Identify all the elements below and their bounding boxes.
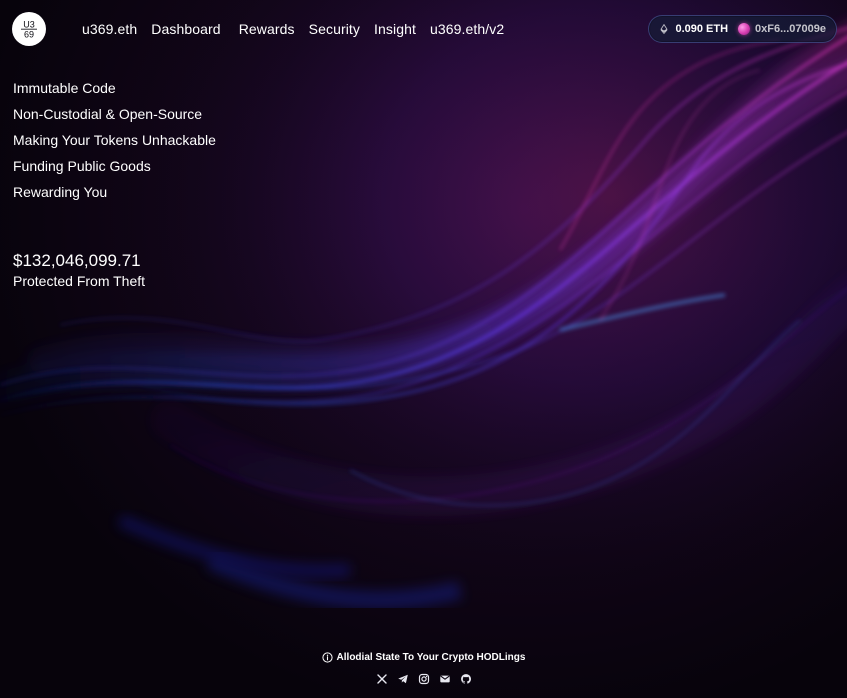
landing-page: U3 69 u369.eth Dashboard Rewards Securit… — [0, 0, 847, 698]
nav-security[interactable]: Security — [309, 22, 360, 36]
protected-amount-label: Protected From Theft — [13, 273, 146, 289]
svg-text:U3: U3 — [23, 20, 35, 30]
wallet-address-text: 0xF6...07009e — [755, 23, 826, 35]
top-navigation-bar: U3 69 u369.eth Dashboard Rewards Securit… — [12, 12, 837, 46]
wallet-balance[interactable]: 0.090 ETH — [659, 23, 728, 35]
instagram-icon[interactable] — [418, 673, 430, 685]
telegram-icon[interactable] — [397, 673, 409, 685]
ethereum-icon — [660, 24, 669, 34]
telegram-logo — [397, 674, 408, 684]
tagline-immutable-code: Immutable Code — [13, 80, 116, 96]
footer-note[interactable]: Allodial State To Your Crypto HODLings — [321, 652, 526, 663]
hero-taglines: Immutable Code Non-Custodial & Open-Sour… — [13, 79, 216, 201]
footer: Allodial State To Your Crypto HODLings — [0, 652, 847, 685]
tagline-funding-public-goods: Funding Public Goods — [13, 158, 151, 174]
nav-insight[interactable]: Insight — [374, 22, 416, 36]
account-avatar — [738, 23, 751, 35]
x-logo — [376, 674, 387, 684]
u369-logo-mark-icon: U3 69 — [21, 20, 37, 40]
mail-icon[interactable] — [439, 673, 451, 685]
info-icon — [321, 652, 333, 663]
github-icon[interactable] — [460, 673, 472, 685]
footer-note-text: Allodial State To Your Crypto HODLings — [336, 652, 526, 663]
primary-nav: u369.eth Dashboard Rewards Security Insi… — [82, 22, 504, 36]
protected-amount: $132,046,099.71 — [13, 251, 141, 270]
wallet-account[interactable]: 0xF6...07009e — [738, 23, 826, 35]
nav-rewards[interactable]: Rewards — [239, 22, 295, 36]
nav-dashboard[interactable]: Dashboard — [151, 22, 220, 36]
tagline-non-custodial-open-source: Non-Custodial & Open-Source — [13, 106, 203, 122]
social-links — [376, 673, 472, 685]
protected-from-theft-stat: $132,046,099.71 Protected From Theft — [13, 251, 145, 290]
nav-u369-eth[interactable]: u369.eth — [82, 22, 137, 36]
u369-logo[interactable]: U3 69 — [12, 12, 46, 46]
wallet-balance-text: 0.090 ETH — [675, 23, 729, 35]
wallet-connection[interactable]: 0.090 ETH 0xF6...07009e — [648, 15, 837, 43]
mail-logo — [439, 675, 450, 683]
instagram-logo — [418, 673, 429, 685]
svg-text:69: 69 — [24, 30, 34, 40]
tagline-rewarding-you: Rewarding You — [13, 184, 108, 200]
x-icon[interactable] — [376, 673, 388, 685]
github-logo — [460, 674, 471, 684]
tagline-making-tokens-unhackable: Making Your Tokens Unhackable — [13, 132, 216, 148]
nav-u369-eth-v2[interactable]: u369.eth/v2 — [430, 22, 504, 36]
